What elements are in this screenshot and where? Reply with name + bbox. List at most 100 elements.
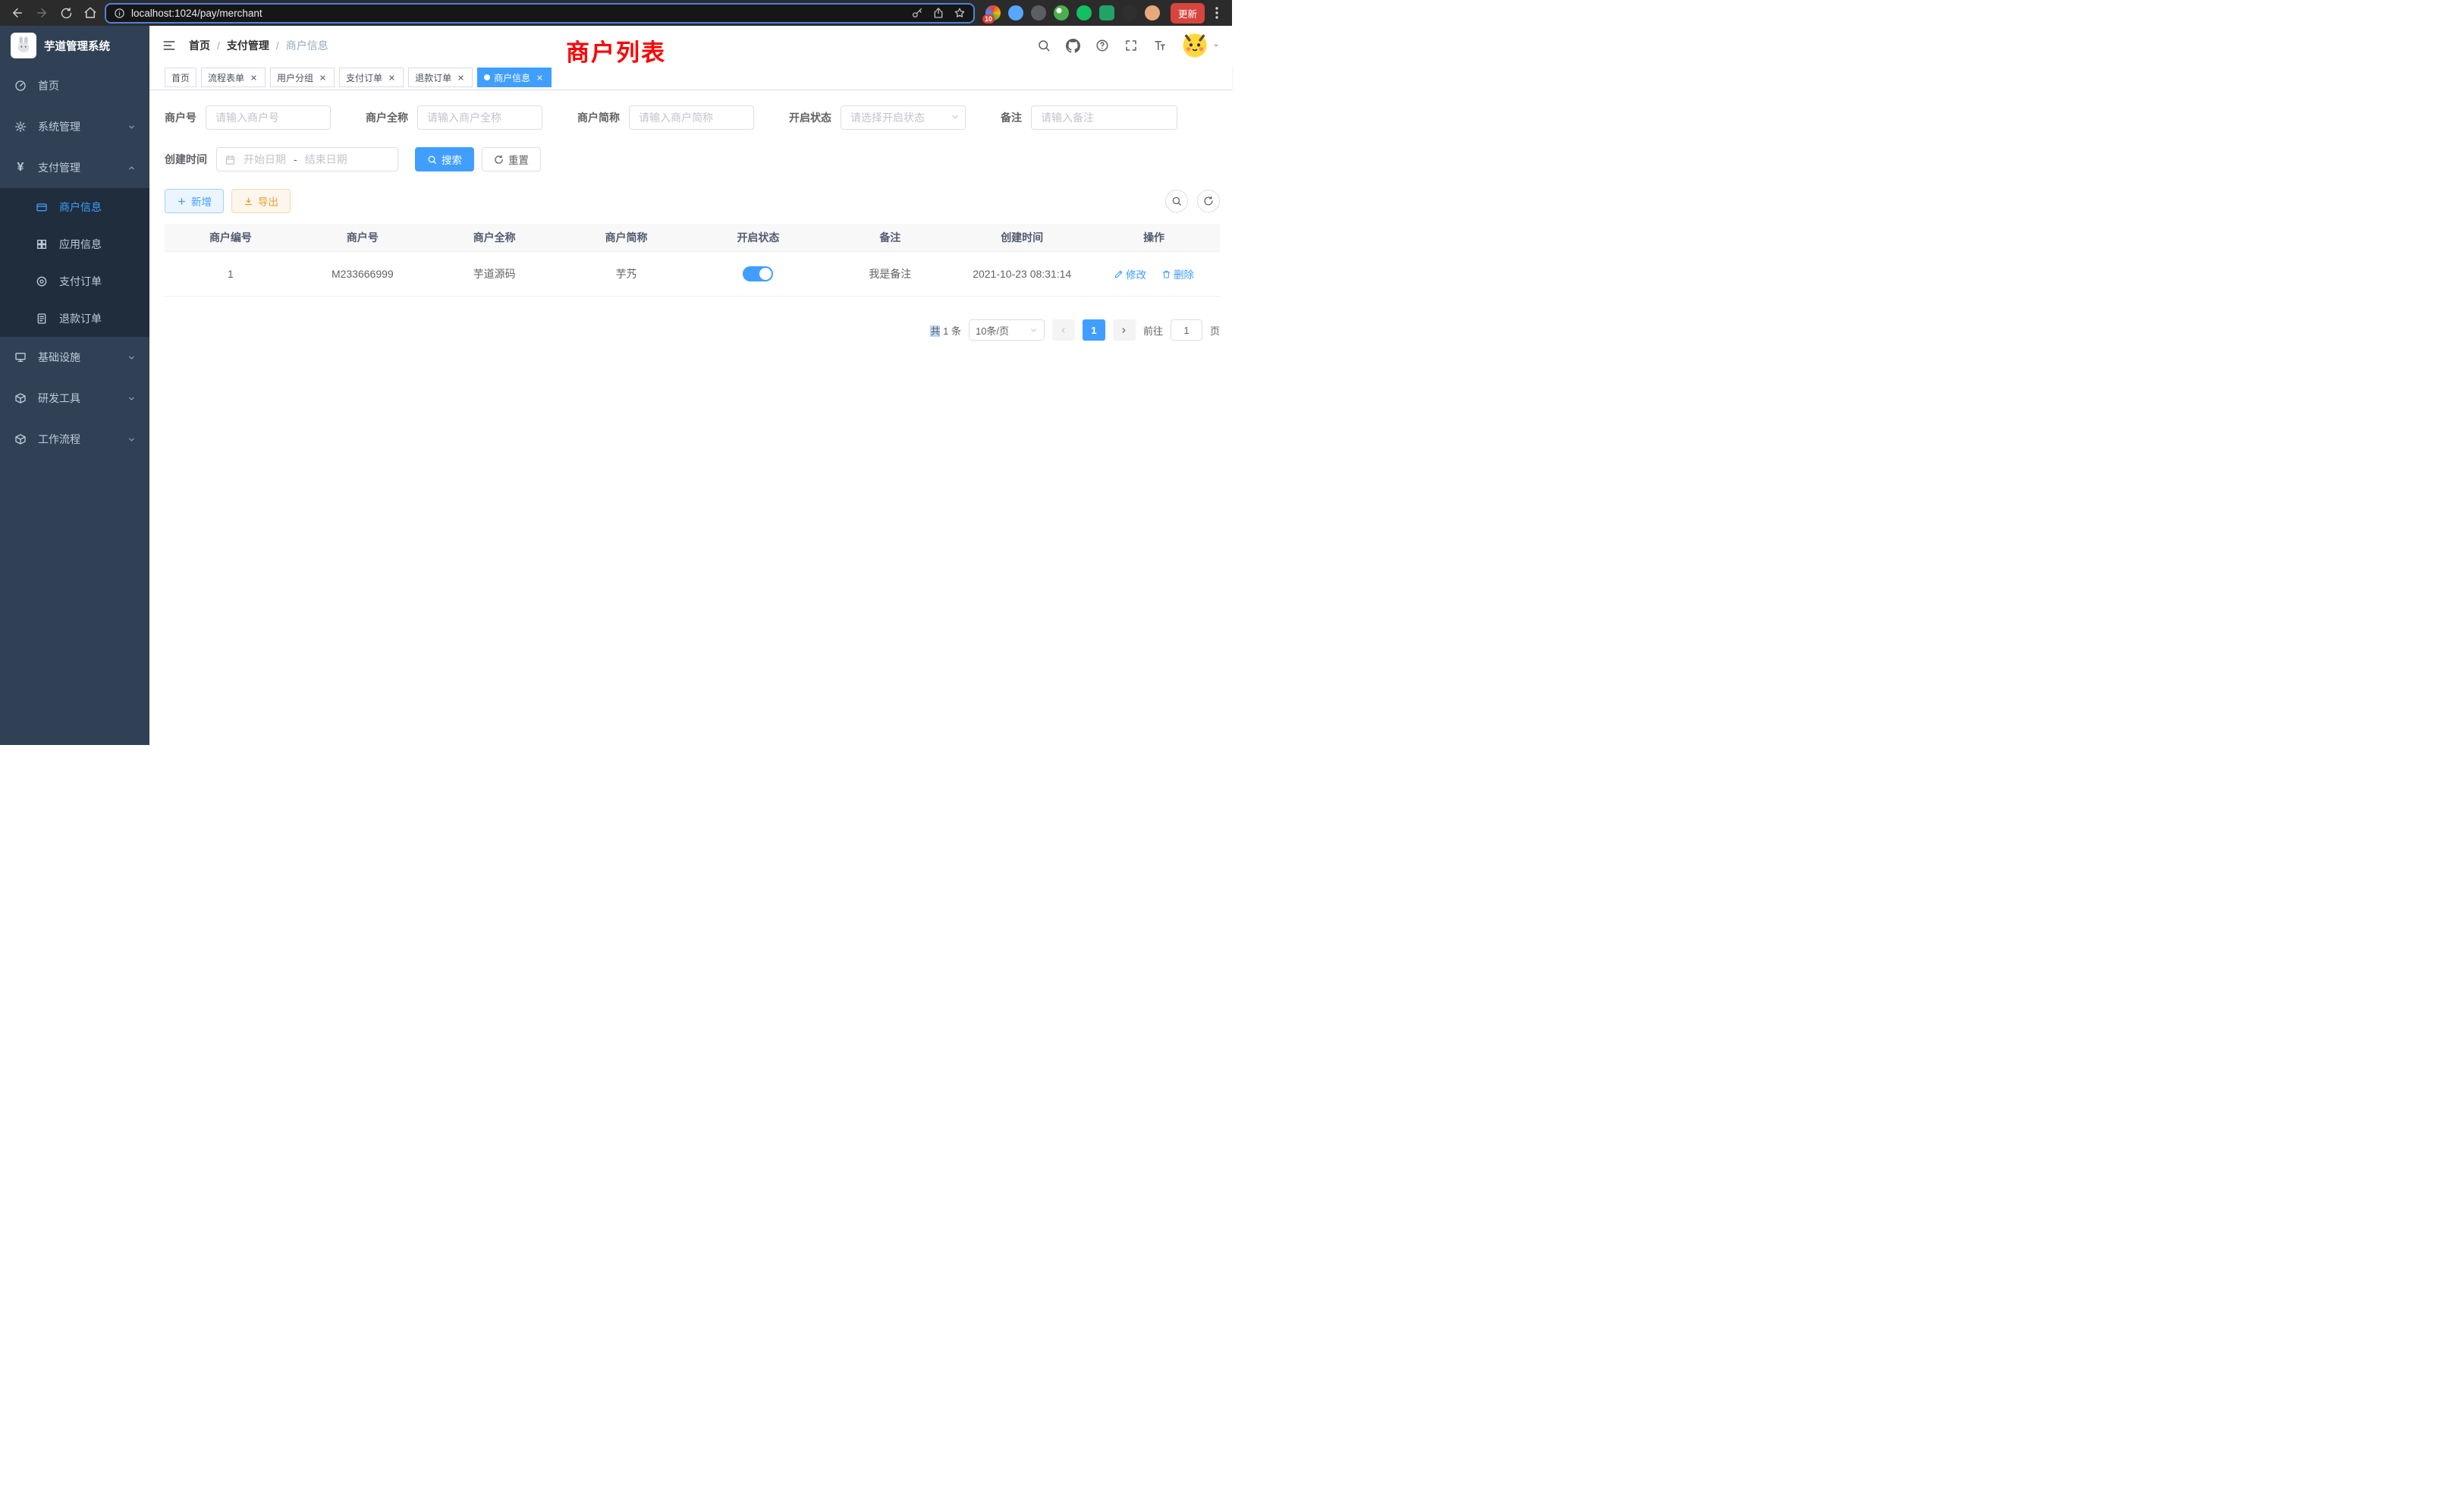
- box-icon: [14, 392, 27, 404]
- breadcrumb-separator: /: [276, 39, 279, 52]
- prev-page-button[interactable]: [1052, 319, 1075, 341]
- date-start-placeholder[interactable]: 开始日期: [244, 152, 286, 167]
- target-icon: [35, 275, 49, 288]
- goto-page-input[interactable]: [1171, 319, 1202, 341]
- chevron-down-icon: [127, 123, 136, 131]
- extension-icon[interactable]: [1076, 5, 1092, 20]
- tab-process-form[interactable]: 流程表单: [201, 68, 266, 87]
- close-icon[interactable]: [386, 72, 397, 83]
- text-size-icon[interactable]: [1153, 39, 1167, 52]
- page-size-select[interactable]: 10条/页: [969, 319, 1045, 341]
- forward-icon[interactable]: [32, 3, 52, 23]
- sidebar-item-label: 研发工具: [38, 391, 117, 406]
- remark-input[interactable]: [1031, 105, 1177, 130]
- full-name-label: 商户全称: [366, 110, 408, 125]
- sidebar-item-payment[interactable]: ¥ 支付管理: [0, 147, 149, 188]
- home-icon[interactable]: [80, 3, 100, 23]
- status-select[interactable]: [841, 105, 966, 130]
- tab-home[interactable]: 首页: [165, 68, 196, 87]
- status-toggle[interactable]: [743, 266, 773, 281]
- yen-icon: ¥: [14, 161, 27, 174]
- refresh-table-button[interactable]: [1197, 190, 1220, 212]
- search-button-label: 搜索: [442, 152, 462, 167]
- tab-merchant-info[interactable]: 商户信息: [477, 68, 552, 87]
- close-icon[interactable]: [317, 72, 328, 83]
- delete-link[interactable]: 删除: [1161, 266, 1194, 281]
- search-icon[interactable]: [1037, 39, 1051, 52]
- sidebar-item-label: 基础设施: [38, 350, 117, 365]
- sidebar-item-workflow[interactable]: 工作流程: [0, 419, 149, 460]
- breadcrumb-separator: /: [217, 39, 220, 52]
- sidebar-item-label: 支付管理: [38, 160, 117, 175]
- browser-chrome: localhost:1024/pay/merchant 10 更新: [0, 0, 1232, 26]
- help-icon[interactable]: [1095, 39, 1109, 52]
- fullscreen-icon[interactable]: [1124, 39, 1138, 52]
- url-text[interactable]: localhost:1024/pay/merchant: [131, 8, 262, 19]
- status-label: 开启状态: [789, 110, 831, 125]
- user-menu[interactable]: [1182, 33, 1220, 58]
- key-icon[interactable]: [911, 7, 923, 19]
- reset-button[interactable]: 重置: [482, 147, 541, 171]
- close-icon[interactable]: [248, 72, 259, 83]
- close-icon[interactable]: [455, 72, 466, 83]
- breadcrumb-item[interactable]: 首页: [189, 38, 210, 53]
- back-icon[interactable]: [8, 3, 27, 23]
- tab-label: 退款订单: [415, 71, 451, 84]
- tab-payment-orders[interactable]: 支付订单: [339, 68, 404, 87]
- extension-icon[interactable]: [1099, 5, 1114, 20]
- close-icon[interactable]: [534, 72, 545, 83]
- box-icon: [14, 433, 27, 445]
- edit-link[interactable]: 修改: [1114, 266, 1146, 281]
- add-button-label: 新增: [191, 193, 212, 209]
- extension-icon[interactable]: [1054, 5, 1069, 20]
- merchant-no-input[interactable]: [206, 105, 331, 130]
- star-icon[interactable]: [954, 7, 966, 19]
- extension-icon[interactable]: [1122, 5, 1137, 20]
- sidebar-item-dev-tools[interactable]: 研发工具: [0, 378, 149, 419]
- cell-merchant-no: M233666999: [297, 268, 429, 280]
- tab-label: 支付订单: [346, 71, 382, 84]
- sidebar-submenu-payment: 商户信息 应用信息 支付订单 退款订单: [0, 188, 149, 337]
- short-name-input[interactable]: [629, 105, 754, 130]
- date-range-picker[interactable]: 开始日期 - 结束日期: [216, 147, 398, 171]
- sidebar-item-label: 工作流程: [38, 432, 117, 447]
- chevron-down-icon: [127, 354, 136, 362]
- browser-update-button[interactable]: 更新: [1171, 3, 1205, 24]
- page-number-button[interactable]: 1: [1083, 319, 1105, 341]
- add-button[interactable]: 新增: [165, 189, 224, 213]
- next-page-button[interactable]: [1113, 319, 1136, 341]
- full-name-input[interactable]: [417, 105, 542, 130]
- info-icon[interactable]: [114, 8, 125, 19]
- search-button[interactable]: 搜索: [415, 147, 474, 171]
- breadcrumb-item[interactable]: 支付管理: [227, 38, 269, 53]
- sidebar-item-refund-orders[interactable]: 退款订单: [0, 300, 149, 337]
- export-button[interactable]: 导出: [231, 189, 291, 213]
- toggle-search-button[interactable]: [1165, 190, 1188, 212]
- sidebar-item-infrastructure[interactable]: 基础设施: [0, 337, 149, 378]
- sidebar-item-home[interactable]: 首页: [0, 65, 149, 106]
- github-icon[interactable]: [1066, 39, 1080, 53]
- sidebar-item-payment-orders[interactable]: 支付订单: [0, 262, 149, 300]
- share-icon[interactable]: [932, 7, 944, 19]
- hamburger-icon[interactable]: [162, 38, 177, 53]
- sidebar-item-app-info[interactable]: 应用信息: [0, 225, 149, 262]
- credit-card-icon: [35, 201, 49, 213]
- sidebar-item-system[interactable]: 系统管理: [0, 106, 149, 147]
- extension-icon[interactable]: [1008, 5, 1023, 20]
- calendar-icon: [225, 154, 236, 165]
- tab-refund-orders[interactable]: 退款订单: [408, 68, 473, 87]
- date-end-placeholder[interactable]: 结束日期: [305, 152, 347, 167]
- tab-user-group[interactable]: 用户分组: [270, 68, 335, 87]
- extension-icon[interactable]: 10: [985, 5, 1001, 20]
- sidebar-item-merchant-info[interactable]: 商户信息: [0, 188, 149, 225]
- address-bar[interactable]: localhost:1024/pay/merchant: [105, 3, 975, 24]
- delete-link-label: 删除: [1174, 266, 1194, 281]
- app-logo[interactable]: 芋道管理系统: [0, 26, 149, 65]
- monitor-icon: [14, 351, 27, 363]
- extension-icon[interactable]: [1031, 5, 1046, 20]
- chevron-down-icon: [951, 112, 960, 121]
- profile-avatar-icon[interactable]: [1145, 5, 1160, 20]
- browser-menu-icon[interactable]: [1209, 7, 1224, 19]
- reload-icon[interactable]: [56, 3, 76, 23]
- cell-create-time: 2021-10-23 08:31:14: [956, 268, 1088, 280]
